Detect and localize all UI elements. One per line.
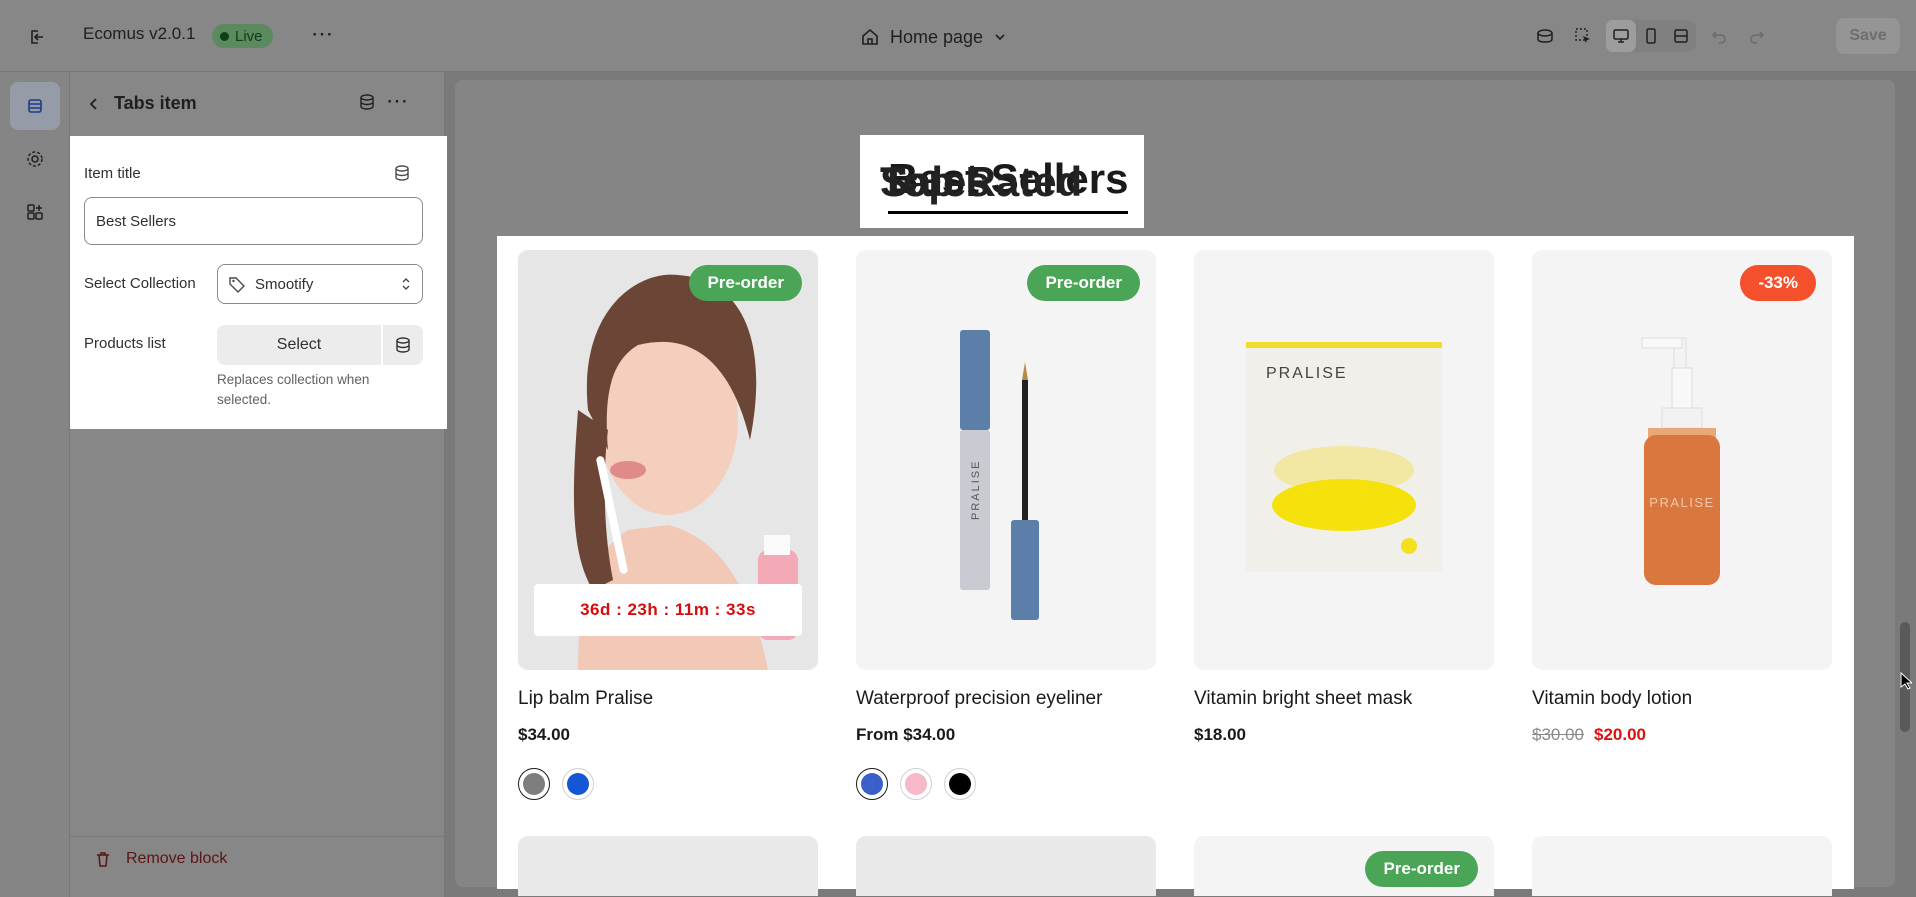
more-options-icon[interactable]: ⋯ [386,88,408,114]
sheet-mask-image: PRALISE [1246,342,1442,572]
product-card-row2[interactable] [856,836,1156,896]
remove-block-label: Remove block [126,850,228,867]
select-chevron-icon [402,278,410,290]
preorder-badge: Pre-order [689,265,802,301]
product-image[interactable]: Pre-order 36d : 23h : 11m : 33s [518,250,818,670]
desktop-icon[interactable] [1606,20,1636,52]
settings-panel: Item title Best Sellers Select Collectio… [70,136,447,429]
product-price: From $34.00 [856,725,956,744]
dynamic-source-icon[interactable] [393,164,411,187]
apps-icon[interactable] [10,188,60,236]
swatch-blue-unavailable[interactable] [856,768,888,800]
fullscreen-icon[interactable] [1666,20,1696,52]
body-lotion-image: PRALISE [1641,337,1720,585]
tag-icon [229,277,245,293]
tab-sales[interactable]: Sales [860,158,1010,206]
product-card-row2[interactable]: Pre-order [1194,836,1494,896]
product-image[interactable]: PRALISE [1194,250,1494,670]
preorder-badge: Pre-order [1365,851,1478,887]
top-bar: Ecomus v2.0.1 Live ⋯ Home page Save [0,0,1916,72]
collection-label: Select Collection [84,275,196,292]
brand-text: PRALISE [1649,495,1714,510]
save-button[interactable]: Save [1836,18,1900,54]
collection-value: Smootify [255,275,314,293]
app-name: Ecomus v2.0.1 [83,24,196,43]
products-source-icon[interactable] [383,325,423,365]
sections-icon[interactable] [10,82,60,130]
collection-select[interactable]: Smootify [217,264,423,304]
product-image[interactable]: PRALISE -33% [1532,250,1832,670]
product-price: $30.00 $20.00 [1532,725,1646,745]
swatch-pink[interactable] [900,768,932,800]
product-card[interactable]: PRALISE Pre-order Waterproof precision e… [856,250,1156,800]
page-selector-label: Home page [890,26,984,47]
color-swatches [856,768,976,800]
left-rail [0,72,70,897]
database-icon[interactable] [358,93,376,116]
countdown-timer: 36d : 23h : 11m : 33s [534,584,802,636]
preorder-badge: Pre-order [1027,265,1140,301]
ai-assistant-icon[interactable] [1530,20,1560,52]
toolbar-icons [1530,20,1772,52]
products-list-label: Products list [84,335,166,352]
swatch-blue[interactable] [562,768,594,800]
product-name[interactable]: Vitamin bright sheet mask [1194,688,1412,710]
products-help-text: Replaces collection when selected. [217,372,370,407]
device-toggle [1606,20,1696,52]
product-card-row2[interactable] [518,836,818,896]
product-card[interactable]: Pre-order 36d : 23h : 11m : 33s Lip balm… [518,250,818,800]
live-badge: Live [212,24,273,48]
product-price: $18.00 [1194,725,1246,744]
brand-text: PRALISE [970,460,982,520]
inspect-icon[interactable] [1568,20,1598,52]
product-name[interactable]: Vitamin body lotion [1532,688,1692,710]
block-settings-sidebar: Tabs item ⋯ Item title Best Sellers Sele… [70,72,447,897]
swatch-grey[interactable] [518,768,550,800]
settings-icon[interactable] [10,135,60,183]
item-title-input[interactable]: Best Sellers [84,197,423,245]
color-swatches [518,768,594,800]
product-card[interactable]: PRALISE -33% Vitamin body lotion $30.00 $… [1532,250,1832,744]
footer-divider [70,836,445,837]
chevron-down-icon [995,34,1005,41]
status-dot-icon [220,31,229,41]
mouse-cursor-icon [1900,671,1914,695]
original-price: $30.00 [1532,725,1584,744]
product-name[interactable]: Waterproof precision eyeliner [856,688,1102,710]
exit-icon[interactable] [24,24,50,50]
brand-text: PRALISE [1266,365,1348,382]
page-selector[interactable]: Home page [860,22,1007,52]
swatch-black[interactable] [944,768,976,800]
live-badge-label: Live [235,27,263,45]
sidebar-header: Tabs item ⋯ [70,72,445,136]
product-price: $34.00 [518,725,570,744]
sale-price: $20.00 [1594,725,1646,744]
discount-badge: -33% [1740,265,1816,301]
product-card[interactable]: PRALISE Vitamin bright sheet mask $18.00 [1194,250,1494,744]
product-tabs: Best Sellers Top Rated Sales [860,135,1145,228]
product-card-row2[interactable] [1532,836,1832,896]
select-products-button[interactable]: Select [217,325,381,365]
product-image[interactable]: PRALISE Pre-order [856,250,1156,670]
back-arrow-icon[interactable] [82,92,106,116]
mobile-icon[interactable] [1636,20,1666,52]
home-icon [862,28,878,45]
undo-icon[interactable] [1704,20,1734,52]
product-name[interactable]: Lip balm Pralise [518,688,653,710]
preview-scrollbar[interactable] [1896,80,1914,887]
trash-icon [97,852,109,867]
more-actions-icon[interactable]: ⋯ [310,22,334,48]
product-grid: Pre-order 36d : 23h : 11m : 33s Lip balm… [497,236,1854,889]
eyeliner-image: PRALISE [960,330,1039,620]
redo-icon[interactable] [1742,20,1772,52]
sidebar-title: Tabs item [114,93,197,113]
remove-block-button[interactable]: Remove block [94,850,227,868]
item-title-label: Item title [84,165,141,182]
